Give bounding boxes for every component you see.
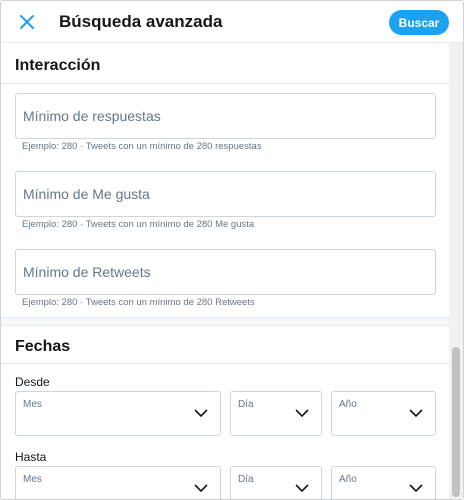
from-month-label: Mes [23, 399, 42, 410]
min-replies-hint: Ejemplo: 280 · Tweets con un mínimo de 2… [22, 141, 262, 152]
to-year-select[interactable]: Año [331, 466, 436, 499]
section-gap [1, 317, 449, 326]
chevron-down-icon [194, 409, 208, 418]
to-day-label: Día [238, 474, 254, 485]
close-button[interactable] [15, 10, 39, 34]
scrollbar-thumb[interactable] [452, 347, 460, 497]
search-button[interactable]: Buscar [389, 10, 449, 35]
dialog-title: Búsqueda avanzada [59, 12, 223, 31]
from-day-label: Día [238, 399, 254, 410]
dialog-header: Búsqueda avanzada Buscar [1, 1, 463, 43]
to-day-select[interactable]: Día [230, 466, 322, 499]
min-likes-input[interactable] [23, 172, 428, 216]
vertical-scrollbar[interactable] [449, 43, 463, 499]
to-date-label: Hasta [15, 450, 47, 464]
from-month-select[interactable]: Mes [15, 391, 221, 436]
to-year-label: Año [339, 474, 357, 485]
section-title-interaction: Interacción [15, 57, 101, 74]
section-title-dates: Fechas [15, 338, 71, 355]
from-date-label: Desde [15, 375, 50, 389]
from-year-label: Año [339, 399, 357, 410]
section-divider [1, 363, 449, 364]
chevron-down-icon [409, 409, 423, 418]
min-likes-field[interactable] [15, 171, 436, 217]
chevron-down-icon [295, 409, 309, 418]
min-retweets-input[interactable] [23, 250, 428, 294]
section-divider [1, 83, 449, 84]
min-likes-hint: Ejemplo: 280 · Tweets con un mínimo de 2… [22, 219, 255, 230]
to-month-select[interactable]: Mes [15, 466, 221, 499]
from-day-select[interactable]: Día [230, 391, 322, 436]
to-month-label: Mes [23, 474, 42, 485]
min-retweets-field[interactable] [15, 249, 436, 295]
chevron-down-icon [194, 484, 208, 493]
min-replies-input[interactable] [23, 94, 428, 138]
from-year-select[interactable]: Año [331, 391, 436, 436]
chevron-down-icon [409, 484, 423, 493]
chevron-down-icon [295, 484, 309, 493]
advanced-search-dialog: Búsqueda avanzada Buscar Interacción Eje… [0, 0, 464, 500]
min-replies-field[interactable] [15, 93, 436, 139]
close-icon [20, 15, 34, 29]
min-retweets-hint: Ejemplo: 280 · Tweets con un mínimo de 2… [22, 297, 255, 308]
